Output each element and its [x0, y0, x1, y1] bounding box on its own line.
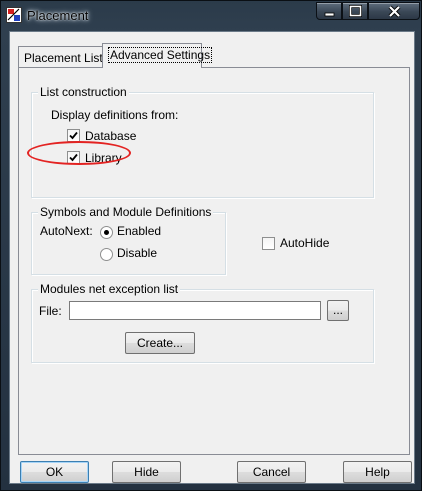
library-checkbox[interactable] [67, 151, 80, 164]
disable-radio[interactable] [100, 248, 113, 261]
dialog-body: Placement List Advanced Settings List co… [9, 31, 415, 484]
autohide-checkbox[interactable] [262, 237, 275, 250]
browse-button[interactable]: ... [327, 300, 349, 321]
advanced-settings-panel: List construction Display definitions fr… [18, 67, 410, 455]
tab-placement-list[interactable]: Placement List [18, 46, 103, 68]
create-button[interactable]: Create... [125, 332, 195, 354]
group-title: List construction [38, 85, 129, 99]
tab-advanced-settings[interactable]: Advanced Settings [102, 43, 213, 68]
group-title: Modules net exception list [38, 282, 181, 296]
checkmark-icon [69, 153, 78, 162]
autohide-label[interactable]: AutoHide [280, 236, 329, 250]
enabled-label[interactable]: Enabled [117, 224, 161, 238]
hide-button[interactable]: Hide [112, 461, 181, 483]
minimize-button[interactable] [316, 2, 342, 20]
modules-exception-group: Modules net exception list File: ... Cre… [31, 282, 374, 363]
radio-dot [104, 230, 109, 235]
file-label: File: [39, 304, 62, 318]
disable-label[interactable]: Disable [117, 246, 157, 260]
enabled-radio[interactable] [100, 226, 113, 239]
maximize-button[interactable] [342, 2, 368, 20]
close-button[interactable] [368, 2, 420, 20]
title-bar[interactable]: Placement [1, 1, 421, 31]
ok-button[interactable]: OK [20, 461, 89, 483]
group-title: Symbols and Module Definitions [38, 205, 214, 219]
library-label[interactable]: Library [85, 151, 122, 165]
list-construction-group: List construction Display definitions fr… [31, 85, 374, 198]
database-checkbox[interactable] [67, 129, 80, 142]
file-input[interactable] [69, 301, 321, 320]
placement-app-icon[interactable] [6, 7, 22, 23]
placement-window: Placement Placement List Advanced Settin… [0, 0, 422, 491]
cancel-button[interactable]: Cancel [237, 461, 306, 483]
close-icon [388, 5, 401, 18]
checkmark-icon [69, 131, 78, 140]
database-label[interactable]: Database [85, 129, 136, 143]
help-button[interactable]: Help [343, 461, 412, 483]
minimize-icon [324, 12, 335, 17]
display-definitions-label: Display definitions from: [51, 108, 179, 122]
maximize-icon [349, 5, 362, 17]
autonext-label: AutoNext: [40, 224, 93, 238]
tab-label: Placement List [24, 51, 103, 65]
tab-label: Advanced Settings [108, 47, 213, 63]
symbols-module-group: Symbols and Module Definitions AutoNext:… [31, 205, 226, 275]
window-title: Placement [27, 8, 89, 23]
